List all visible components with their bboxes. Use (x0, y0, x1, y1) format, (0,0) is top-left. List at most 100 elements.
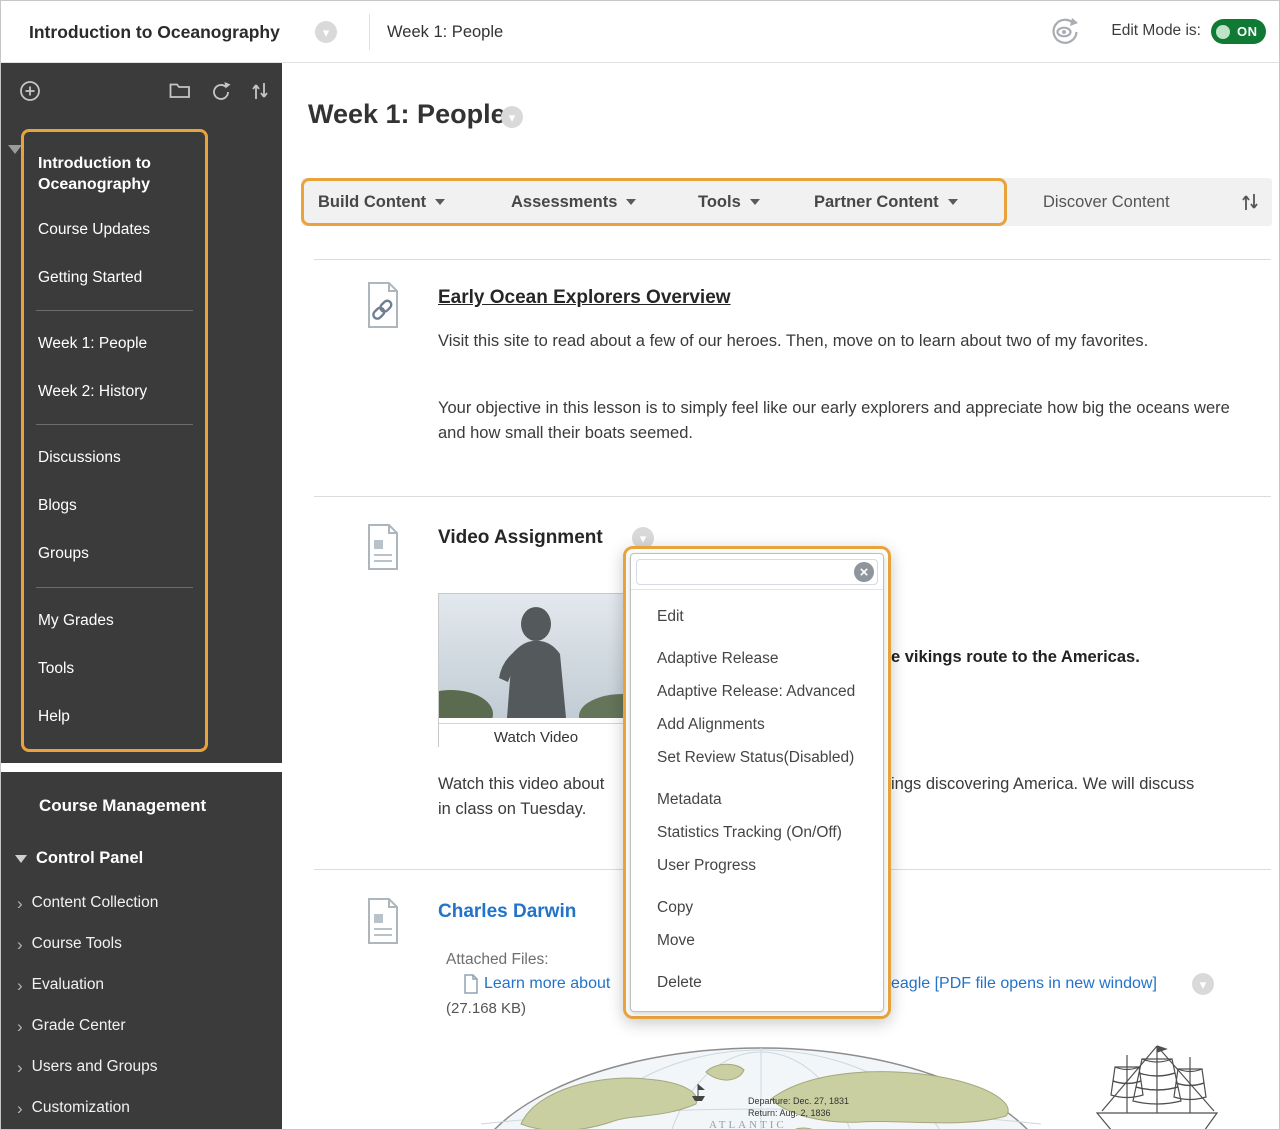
menu-item-move[interactable]: Move (631, 924, 883, 957)
file-size: (27.168 KB) (446, 1000, 526, 1017)
partner-content-button[interactable]: Partner Content (814, 178, 958, 226)
toggle-knob-icon (1216, 25, 1230, 39)
sidebar-section-gap (1, 763, 282, 772)
sidebar-item-getting-started[interactable]: Getting Started (24, 254, 205, 302)
sort-order-icon[interactable] (1241, 191, 1259, 213)
pdf-link-right[interactable]: eagle [PDF file opens in new window] (891, 975, 1157, 993)
top-header: Introduction to Oceanography Week 1: Peo… (1, 1, 1279, 63)
caret-down-icon (626, 199, 636, 210)
content-item-icon (363, 897, 403, 945)
context-menu-title-box (636, 559, 878, 585)
caret-down-icon (750, 199, 760, 210)
menu-item-user-progress[interactable]: User Progress (631, 849, 883, 882)
sidebar-item-evaluation[interactable]: › Evaluation (17, 975, 267, 995)
header-divider (369, 14, 370, 50)
voyage-map-image: Departure: Dec. 27, 1831 Return: Aug. 2,… (461, 1044, 1061, 1130)
build-content-button[interactable]: Build Content (318, 178, 445, 226)
sidebar-item-week1[interactable]: Week 1: People (24, 320, 205, 368)
video-desc-line2: in class on Tuesday. (438, 800, 586, 819)
toggle-state: ON (1237, 24, 1258, 39)
menu-item-copy[interactable]: Copy (631, 891, 883, 924)
explorers-paragraph-2: Your objective in this lesson is to simp… (438, 396, 1233, 446)
menu-item-adaptive-release[interactable]: Adaptive Release (631, 642, 883, 675)
chevron-right-icon: › (17, 895, 23, 912)
sidebar-item-my-grades[interactable]: My Grades (24, 597, 205, 645)
mg-item-label: Grade Center (32, 1016, 126, 1036)
watch-video-caption[interactable]: Watch Video (439, 723, 633, 751)
blackboard-app: Introduction to Oceanography Week 1: Peo… (0, 0, 1280, 1130)
caret-down-icon (948, 199, 958, 210)
course-title-chevron-icon[interactable] (315, 21, 337, 43)
file-icon (463, 974, 479, 994)
build-content-label: Build Content (318, 193, 426, 212)
course-sidebar: Introduction to Oceanography Course Upda… (1, 63, 282, 1130)
menu-item-add-alignments[interactable]: Add Alignments (631, 708, 883, 741)
menu-item-edit[interactable]: Edit (631, 600, 883, 633)
context-menu-header (631, 554, 883, 590)
folder-view-icon[interactable] (169, 81, 191, 99)
page-title-chevron-icon[interactable] (501, 106, 523, 128)
course-title: Introduction to Oceanography (29, 1, 280, 63)
explorers-paragraph-1: Visit this site to read about a few of o… (438, 329, 1178, 354)
assessments-button[interactable]: Assessments (511, 178, 636, 226)
map-return-label: Return: Aug. 2, 1836 (748, 1108, 831, 1118)
student-preview-icon[interactable] (1043, 16, 1083, 48)
expand-triangle-icon (15, 855, 27, 863)
video-desc-left: Watch this video about (438, 775, 604, 794)
sidebar-item-course-tools[interactable]: › Course Tools (17, 934, 267, 954)
add-menu-item-icon[interactable] (18, 79, 42, 103)
pdf-link-chevron-icon[interactable] (1192, 973, 1214, 995)
explorers-item-title[interactable]: Early Ocean Explorers Overview (438, 287, 731, 309)
tools-label: Tools (698, 193, 741, 212)
sidebar-item-groups[interactable]: Groups (24, 530, 205, 578)
menu-item-delete[interactable]: Delete (631, 966, 883, 999)
tools-button[interactable]: Tools (698, 178, 760, 226)
video-thumbnail[interactable]: Watch Video (438, 593, 634, 747)
mg-item-label: Customization (32, 1098, 130, 1118)
menu-item-statistics-tracking[interactable]: Statistics Tracking (On/Off) (631, 816, 883, 849)
statue-image (439, 594, 633, 718)
menu-item-metadata[interactable]: Metadata (631, 783, 883, 816)
sidebar-item-blogs[interactable]: Blogs (24, 482, 205, 530)
darwin-item-title[interactable]: Charles Darwin (438, 901, 576, 923)
sidebar-item-control-panel[interactable]: Control Panel (15, 849, 143, 868)
edit-mode-label: Edit Mode is: (1111, 22, 1201, 40)
control-panel-label: Control Panel (36, 849, 143, 868)
map-departure-label: Departure: Dec. 27, 1831 (748, 1096, 849, 1106)
video-desc-right: ings discovering America. We will discus… (891, 775, 1194, 794)
partner-content-label: Partner Content (814, 193, 939, 212)
refresh-icon[interactable] (210, 80, 232, 102)
sidebar-item-week2[interactable]: Week 2: History (24, 368, 205, 416)
mg-item-label: Users and Groups (32, 1057, 158, 1077)
reorder-icon[interactable] (251, 79, 269, 103)
sidebar-item-tools[interactable]: Tools (24, 645, 205, 693)
sidebar-item-content-collection[interactable]: › Content Collection (17, 893, 267, 913)
breadcrumb: Week 1: People (387, 1, 503, 63)
chevron-right-icon: › (17, 1059, 23, 1076)
menu-collapse-icon[interactable] (8, 145, 22, 154)
edit-mode-toggle[interactable]: ON (1211, 19, 1266, 44)
sidebar-item-customization[interactable]: › Customization (17, 1098, 267, 1118)
map-ocean-label: ATLANTIC (709, 1119, 787, 1130)
sidebar-item-users-groups[interactable]: › Users and Groups (17, 1057, 267, 1077)
sidebar-item-discussions[interactable]: Discussions (24, 434, 205, 482)
close-icon[interactable] (854, 562, 874, 582)
menu-item-adaptive-release-advanced[interactable]: Adaptive Release: Advanced (631, 675, 883, 708)
menu-divider (36, 587, 193, 588)
video-bold-text: e vikings route to the Americas. (891, 648, 1140, 667)
discover-content-button[interactable]: Discover Content (1043, 178, 1170, 226)
menu-item-set-review-status[interactable]: Set Review Status(Disabled) (631, 741, 883, 774)
page-title: Week 1: People (308, 99, 506, 130)
sidebar-item-course-home[interactable]: Introduction to Oceanography (24, 140, 205, 206)
item-separator (314, 259, 1271, 260)
course-menu: Introduction to Oceanography Course Upda… (21, 129, 208, 752)
sidebar-item-course-updates[interactable]: Course Updates (24, 206, 205, 254)
menu-divider (36, 424, 193, 425)
sidebar-item-help[interactable]: Help (24, 693, 205, 741)
mg-item-label: Course Tools (32, 934, 122, 954)
mg-item-label: Content Collection (32, 893, 159, 913)
mg-item-label: Evaluation (32, 975, 104, 995)
sidebar-item-grade-center[interactable]: › Grade Center (17, 1016, 267, 1036)
video-item-title: Video Assignment (438, 527, 603, 549)
pdf-link-left[interactable]: Learn more about (484, 975, 610, 993)
